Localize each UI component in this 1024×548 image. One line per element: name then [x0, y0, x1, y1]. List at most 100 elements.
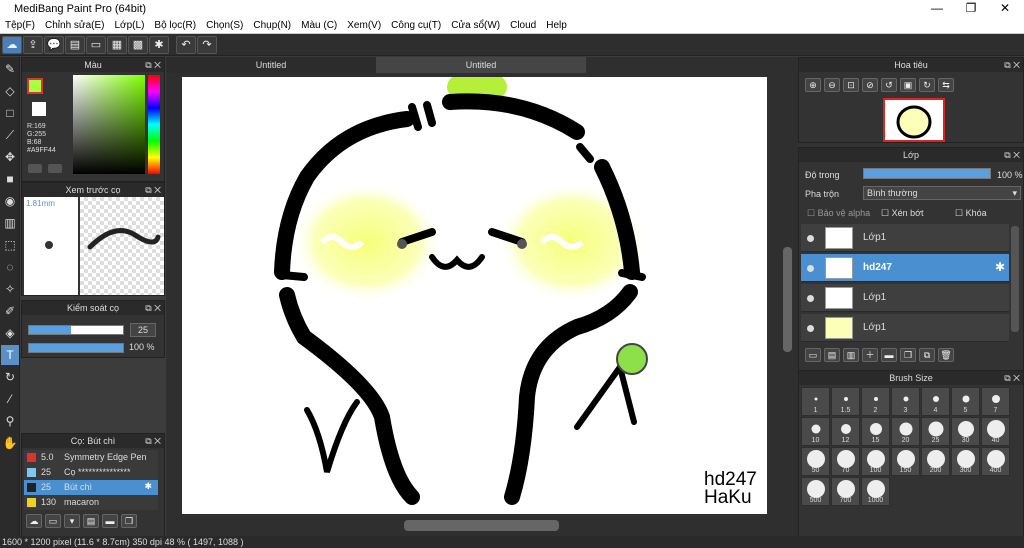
folder-icon[interactable]: ▬ [102, 514, 118, 528]
menu-edit[interactable]: Chỉnh sửa(E) [40, 20, 110, 31]
maximize-button[interactable]: ❐ [954, 0, 988, 18]
brush-size-cell[interactable]: 15 [861, 417, 890, 446]
layer-folder-icon[interactable]: ▬ [881, 348, 897, 362]
chat-icon[interactable]: ▤ [65, 35, 85, 54]
layer-row[interactable]: Lớp1 [801, 314, 1009, 342]
eye-icon[interactable] [807, 295, 814, 302]
rotate-left-icon[interactable]: ↺ [881, 78, 897, 92]
brush-list-item[interactable]: 25 Bút chì ✱ [24, 480, 158, 495]
brush-size-cell[interactable]: 150 [891, 447, 920, 476]
brush-size-cell[interactable]: 400 [981, 447, 1010, 476]
undo-icon[interactable]: ↶ [176, 35, 196, 54]
eye-icon[interactable] [807, 235, 814, 242]
cloud-brush-icon[interactable]: ☁ [26, 514, 42, 528]
brush-size-slider[interactable] [28, 325, 124, 335]
rotate-right-icon[interactable]: ↻ [919, 78, 935, 92]
brush-size-cell[interactable]: 4 [921, 387, 950, 416]
gear-icon[interactable]: ✱ [144, 481, 152, 492]
grid-list-icon[interactable]: ▦ [107, 35, 127, 54]
text-tool-icon[interactable]: T [1, 345, 19, 365]
menu-cloud[interactable]: Cloud [505, 20, 541, 31]
delete-layer-icon[interactable]: 🗑 [938, 348, 954, 362]
page-icon[interactable]: ▭ [86, 35, 106, 54]
brush-size-cell[interactable]: 300 [951, 447, 980, 476]
operation-tool-icon[interactable]: ↻ [1, 367, 19, 387]
panel-close-icon[interactable]: ⧉ ✕ [145, 301, 161, 315]
hue-slider[interactable] [148, 75, 160, 174]
brush-size-cell[interactable]: 2 [861, 387, 890, 416]
panel-close-icon[interactable]: ⧉ ✕ [1004, 58, 1020, 72]
layer-row[interactable]: Lớp1 [801, 224, 1009, 252]
brush-size-cell[interactable]: 200 [921, 447, 950, 476]
menu-color[interactable]: Màu (C) [296, 20, 342, 31]
menu-file[interactable]: Tệp(F) [0, 20, 40, 31]
brush-size-cell[interactable]: 70 [831, 447, 860, 476]
hand-tool-icon[interactable]: ✋ [1, 433, 19, 453]
panel-close-icon[interactable]: ⧉ ✕ [145, 58, 161, 72]
gear-icon[interactable]: ✱ [995, 260, 1005, 274]
brush-size-cell[interactable]: 30 [951, 417, 980, 446]
minimize-button[interactable]: — [920, 0, 954, 18]
gradient-tool-icon[interactable]: ▥ [1, 213, 19, 233]
brush-size-value[interactable]: 25 [130, 323, 156, 337]
brush-size-cell[interactable]: 40 [981, 417, 1010, 446]
comment-icon[interactable]: 💬 [44, 35, 64, 54]
color-mode-button[interactable] [28, 164, 42, 173]
brush-tool-icon[interactable]: ✎ [1, 59, 19, 79]
protect-alpha-checkbox[interactable]: ☐ Bảo vệ alpha [807, 208, 870, 219]
horizontal-scrollbar[interactable] [404, 520, 559, 531]
select-pen-tool-icon[interactable]: ✐ [1, 301, 19, 321]
brush-menu-icon[interactable]: ▾ [64, 514, 80, 528]
move-tool-icon[interactable]: ✥ [1, 147, 19, 167]
panel-close-icon[interactable]: ⧉ ✕ [145, 183, 161, 197]
grid-icon[interactable]: ▩ [128, 35, 148, 54]
settings-icon[interactable]: ✱ [149, 35, 169, 54]
background-color-swatch[interactable] [32, 102, 46, 116]
layer-row[interactable]: Lớp1 [801, 284, 1009, 312]
lock-checkbox[interactable]: ☐ Khóa [955, 208, 987, 219]
close-button[interactable]: ✕ [988, 0, 1022, 18]
saturation-value-picker[interactable] [73, 75, 145, 174]
drawing-canvas[interactable]: hd247 HaKu [182, 77, 767, 514]
brush-size-cell[interactable]: 500 [801, 477, 830, 506]
panel-close-icon[interactable]: ⧉ ✕ [145, 434, 161, 448]
new-halftone-layer-icon[interactable]: ▤ [824, 348, 840, 362]
add-layer-menu-icon[interactable]: ＋ [862, 348, 878, 362]
brush-list-item[interactable]: 130 macaron [24, 495, 158, 510]
tab-untitled-2[interactable]: Untitled [376, 57, 586, 73]
new-layer-icon[interactable]: ▭ [805, 348, 821, 362]
flip-icon[interactable]: ⇆ [938, 78, 954, 92]
zoom-in-icon[interactable]: ⊕ [805, 78, 821, 92]
cloud-icon[interactable]: ☁ [2, 35, 22, 54]
reset-icon[interactable]: ▣ [900, 78, 916, 92]
actual-size-icon[interactable]: ⊘ [862, 78, 878, 92]
brush-settings-icon[interactable]: ▤ [83, 514, 99, 528]
brush-size-cell[interactable]: 1.5 [831, 387, 860, 416]
eye-icon[interactable] [807, 265, 814, 272]
zoom-out-icon[interactable]: ⊖ [824, 78, 840, 92]
divide-tool-icon[interactable]: ⁄ [1, 389, 19, 409]
eraser-tool-icon[interactable]: ◇ [1, 81, 19, 101]
bucket-tool-icon[interactable]: ◉ [1, 191, 19, 211]
blend-mode-select[interactable]: Bình thường ▾ [863, 186, 1021, 200]
line-tool-icon[interactable]: ⟋ [1, 125, 19, 145]
select-tool-icon[interactable]: ⬚ [1, 235, 19, 255]
brush-size-cell[interactable]: 20 [891, 417, 920, 446]
magic-wand-tool-icon[interactable]: ✧ [1, 279, 19, 299]
menu-window[interactable]: Cửa sổ(W) [446, 20, 505, 31]
brush-size-cell[interactable]: 7 [981, 387, 1010, 416]
menu-select[interactable]: Chọn(S) [201, 20, 248, 31]
duplicate-icon[interactable]: ❐ [121, 514, 137, 528]
navigator-thumbnail[interactable] [883, 98, 945, 142]
menu-view[interactable]: Xem(V) [342, 20, 386, 31]
menu-filter[interactable]: Bộ lọc(R) [149, 20, 201, 31]
menu-snap[interactable]: Chụp(N) [248, 20, 296, 31]
foreground-color-swatch[interactable] [27, 78, 43, 94]
duplicate-layer-icon[interactable]: ❐ [900, 348, 916, 362]
fit-icon[interactable]: ⊡ [843, 78, 859, 92]
lasso-tool-icon[interactable]: ◌ [1, 257, 19, 277]
share-icon[interactable]: ⇪ [23, 35, 43, 54]
brush-size-cell[interactable]: 25 [921, 417, 950, 446]
layer-scrollbar[interactable] [1011, 226, 1019, 332]
brush-size-cell[interactable]: 10 [801, 417, 830, 446]
